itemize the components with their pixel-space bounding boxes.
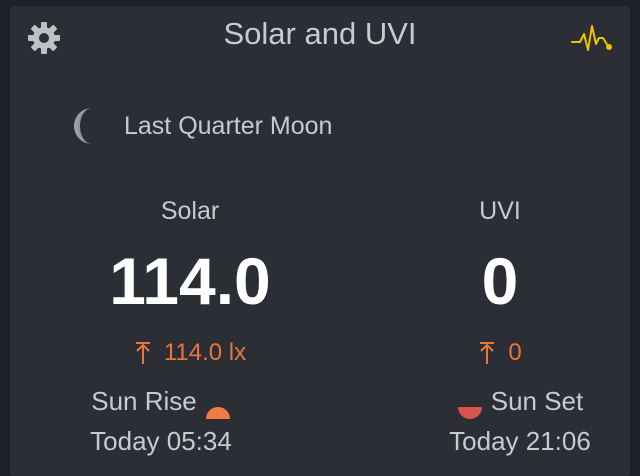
sunset-block: Sun Set Today 21:06 [420,384,620,458]
sunset-label: Sun Set [490,386,584,416]
last-quarter-moon-icon [72,106,96,146]
max-arrow-icon [134,341,152,365]
uvi-label: UVI [479,197,521,225]
moon-phase-label: Last Quarter Moon [124,112,333,140]
solar-max-value: 114.0 lx [163,339,247,366]
uvi-value: 0 [481,244,519,318]
solar-uvi-card: Solar and UVI Last Quarter Moon Solar 11… [10,6,630,476]
uvi-max: 0 [370,338,630,368]
uvi-max-value: 0 [508,339,522,366]
uvi-metric: UVI 0 0 [370,196,630,368]
solar-max: 114.0 lx [60,338,320,368]
sunrise-label: Sun Rise [91,386,197,416]
sunrise-block: Sun Rise Today 05:34 [56,384,266,458]
max-arrow-icon [478,341,496,365]
solar-metric: Solar 114.0 114.0 lx [60,196,320,368]
moon-phase: Last Quarter Moon [72,106,332,146]
sunrise-time: Today 05:34 [90,426,232,456]
card-title: Solar and UVI [223,16,417,51]
sunrise-icon [205,394,231,419]
solar-value: 114.0 [109,244,271,318]
solar-label: Solar [160,197,220,225]
sunset-icon [457,394,483,419]
pulse-graph-icon[interactable] [570,20,614,56]
sunset-time: Today 21:06 [449,426,591,456]
